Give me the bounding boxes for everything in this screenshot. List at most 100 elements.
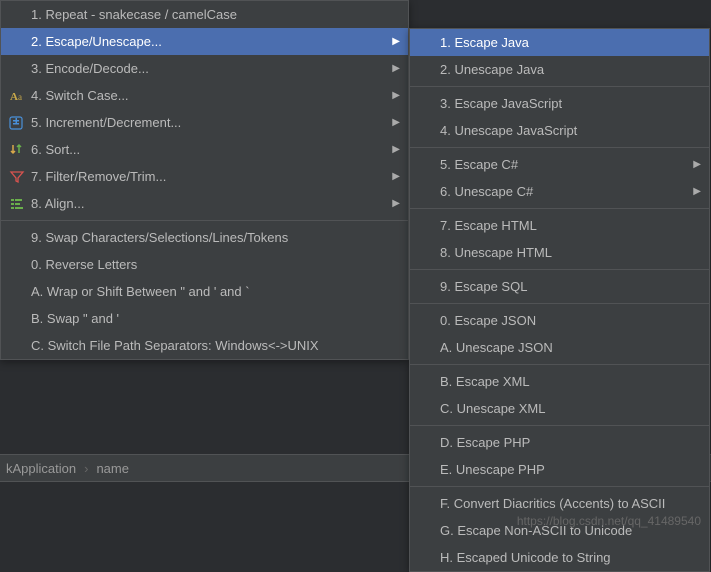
svg-text:A: A (10, 91, 18, 103)
menu-item-label: 9. Escape SQL (440, 279, 701, 294)
breadcrumb-part[interactable]: kApplication (6, 461, 76, 476)
blank-icon (416, 62, 436, 78)
menu-divider (410, 486, 709, 487)
menu-divider (410, 147, 709, 148)
submenu-arrow-icon: ▶ (390, 171, 400, 182)
main-menu-item[interactable]: 3. Encode/Decode...▶ (1, 55, 408, 82)
blank-icon (416, 184, 436, 200)
submenu-arrow-icon: ▶ (390, 63, 400, 74)
sub-menu-item[interactable]: F. Convert Diacritics (Accents) to ASCII (410, 490, 709, 517)
main-menu-item[interactable]: C. Switch File Path Separators: Windows<… (1, 332, 408, 359)
menu-item-label: 5. Increment/Decrement... (31, 115, 390, 130)
menu-divider (1, 220, 408, 221)
sub-menu-item[interactable]: 2. Unescape Java (410, 56, 709, 83)
menu-item-label: 7. Escape HTML (440, 218, 701, 233)
main-menu-item[interactable]: A. Wrap or Shift Between " and ' and ` (1, 278, 408, 305)
sub-menu-item[interactable]: A. Unescape JSON (410, 334, 709, 361)
main-menu-item[interactable]: 2. Escape/Unescape...▶ (1, 28, 408, 55)
submenu-arrow-icon: ▶ (390, 144, 400, 155)
sub-menu-item[interactable]: 9. Escape SQL (410, 273, 709, 300)
chevron-right-icon: › (84, 461, 88, 476)
align-icon (7, 196, 27, 212)
submenu-arrow-icon: ▶ (691, 159, 701, 170)
escape-unescape-submenu: 1. Escape Java2. Unescape Java 3. Escape … (409, 28, 710, 572)
submenu-arrow-icon: ▶ (390, 198, 400, 209)
main-menu-item[interactable]: 5. Increment/Decrement...▶ (1, 109, 408, 136)
blank-icon (7, 311, 27, 327)
menu-divider (410, 269, 709, 270)
main-menu-item[interactable]: 9. Swap Characters/Selections/Lines/Toke… (1, 224, 408, 251)
blank-icon (416, 435, 436, 451)
menu-item-label: 4. Switch Case... (31, 88, 390, 103)
submenu-arrow-icon: ▶ (390, 90, 400, 101)
sub-menu-item[interactable]: 5. Escape C#▶ (410, 151, 709, 178)
menu-item-label: 7. Filter/Remove/Trim... (31, 169, 390, 184)
svg-text:a: a (18, 92, 22, 102)
submenu-arrow-icon: ▶ (691, 186, 701, 197)
menu-divider (410, 303, 709, 304)
sub-menu-item[interactable]: H. Escaped Unicode to String (410, 544, 709, 571)
blank-icon (7, 61, 27, 77)
main-menu-item[interactable]: 6. Sort...▶ (1, 136, 408, 163)
increment-icon (7, 115, 27, 131)
sub-menu-item[interactable]: 8. Unescape HTML (410, 239, 709, 266)
main-menu-item[interactable]: 0. Reverse Letters (1, 251, 408, 278)
main-menu-item[interactable]: 7. Filter/Remove/Trim...▶ (1, 163, 408, 190)
blank-icon (416, 96, 436, 112)
menu-item-label: 8. Unescape HTML (440, 245, 701, 260)
blank-icon (7, 230, 27, 246)
main-menu-item[interactable]: B. Swap " and ' (1, 305, 408, 332)
sub-menu-item[interactable]: 1. Escape Java (410, 29, 709, 56)
menu-divider (410, 86, 709, 87)
menu-item-label: 6. Sort... (31, 142, 390, 157)
sub-menu-item[interactable]: 0. Escape JSON (410, 307, 709, 334)
menu-item-label: C. Switch File Path Separators: Windows<… (31, 338, 400, 353)
sub-menu-item[interactable]: 3. Escape JavaScript (410, 90, 709, 117)
sub-menu-item[interactable]: 6. Unescape C#▶ (410, 178, 709, 205)
sub-menu-item[interactable]: 4. Unescape JavaScript (410, 117, 709, 144)
blank-icon (416, 218, 436, 234)
sub-menu-item[interactable]: E. Unescape PHP (410, 456, 709, 483)
menu-item-label: B. Escape XML (440, 374, 701, 389)
menu-item-label: C. Unescape XML (440, 401, 701, 416)
blank-icon (416, 35, 436, 51)
main-context-menu: 1. Repeat - snakecase / camelCase 2. Esca… (0, 0, 409, 360)
blank-icon (416, 279, 436, 295)
submenu-arrow-icon: ▶ (390, 117, 400, 128)
menu-item-label: 1. Repeat - snakecase / camelCase (31, 7, 400, 22)
menu-item-label: 6. Unescape C# (440, 184, 691, 199)
menu-item-label: E. Unescape PHP (440, 462, 701, 477)
blank-icon (416, 123, 436, 139)
menu-item-label: F. Convert Diacritics (Accents) to ASCII (440, 496, 701, 511)
sub-menu-item[interactable]: B. Escape XML (410, 368, 709, 395)
watermark-text: https://blog.csdn.net/qq_41489540 (517, 514, 701, 528)
main-menu-item[interactable]: 8. Align...▶ (1, 190, 408, 217)
blank-icon (416, 245, 436, 261)
sub-menu-item[interactable]: D. Escape PHP (410, 429, 709, 456)
blank-icon (7, 284, 27, 300)
menu-item-label: A. Wrap or Shift Between " and ' and ` (31, 284, 400, 299)
menu-item-label: 9. Swap Characters/Selections/Lines/Toke… (31, 230, 400, 245)
switch-case-icon: Aa (7, 88, 27, 104)
menu-item-label: 3. Encode/Decode... (31, 61, 390, 76)
menu-item-label: 3. Escape JavaScript (440, 96, 701, 111)
breadcrumb-part[interactable]: name (96, 461, 129, 476)
blank-icon (416, 374, 436, 390)
sub-menu-item[interactable]: 7. Escape HTML (410, 212, 709, 239)
sub-menu-item[interactable]: C. Unescape XML (410, 395, 709, 422)
blank-icon (7, 338, 27, 354)
menu-item-label: 8. Align... (31, 196, 390, 211)
blank-icon (416, 523, 436, 539)
main-menu-item[interactable]: Aa 4. Switch Case...▶ (1, 82, 408, 109)
blank-icon (416, 496, 436, 512)
blank-icon (416, 550, 436, 566)
menu-item-label: 5. Escape C# (440, 157, 691, 172)
sort-icon (7, 142, 27, 158)
menu-divider (410, 208, 709, 209)
blank-icon (416, 157, 436, 173)
menu-item-label: 4. Unescape JavaScript (440, 123, 701, 138)
menu-divider (410, 425, 709, 426)
menu-item-label: D. Escape PHP (440, 435, 701, 450)
blank-icon (7, 34, 27, 50)
main-menu-item[interactable]: 1. Repeat - snakecase / camelCase (1, 1, 408, 28)
